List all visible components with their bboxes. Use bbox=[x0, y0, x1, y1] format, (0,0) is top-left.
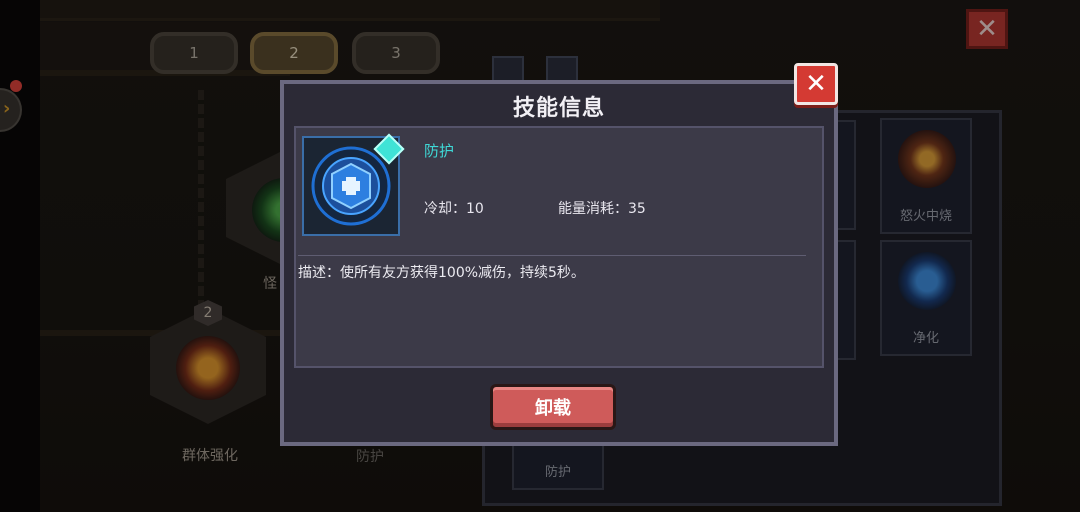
energy-cost-stat: 能量消耗：35 bbox=[558, 201, 646, 217]
skill-name: 防护 bbox=[424, 142, 455, 160]
divider bbox=[298, 255, 806, 256]
cooldown-stat: 冷却：10 bbox=[424, 201, 484, 217]
dialog-close-button[interactable]: ✕ bbox=[794, 63, 838, 105]
unload-button[interactable]: 卸载 bbox=[490, 384, 616, 430]
skill-description: 描述：使所有友方获得100%减伤，持续5秒。 bbox=[298, 265, 585, 281]
unload-button-label: 卸载 bbox=[535, 398, 571, 419]
close-icon: ✕ bbox=[805, 69, 827, 99]
dialog-title: 技能信息 bbox=[512, 96, 605, 121]
